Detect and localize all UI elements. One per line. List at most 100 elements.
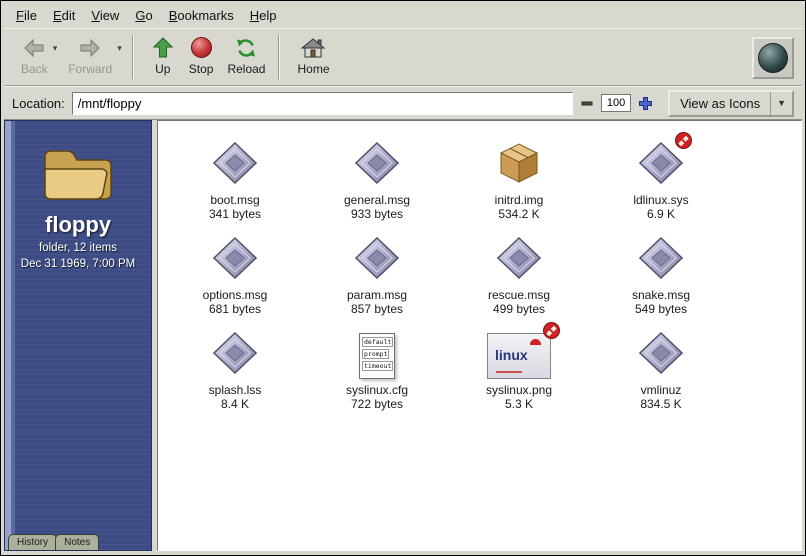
view-mode-label: View as Icons (670, 92, 770, 115)
toolbar-button-label: Reload (227, 62, 265, 76)
file-icon-holder: linux (487, 329, 551, 379)
back-dropdown-chevron[interactable]: ▾ (53, 43, 58, 54)
zoom-out-button[interactable] (580, 96, 594, 110)
generic-file-icon (639, 237, 683, 284)
menu-go[interactable]: Go (127, 5, 160, 26)
generic-file-icon (639, 142, 683, 189)
file-icon-holder (497, 234, 541, 284)
throbber-frame (752, 37, 794, 79)
forward-button[interactable]: Forward (61, 33, 119, 77)
generic-file-icon (213, 237, 257, 284)
file-size: 722 bytes (351, 397, 403, 411)
file-item[interactable]: general.msg933 bytes (306, 133, 448, 228)
file-name: snake.msg (632, 288, 690, 302)
file-view[interactable]: boot.msg341 bytesgeneral.msg933 bytesini… (157, 120, 802, 551)
sidebar-folder-date: Dec 31 1969, 7:00 PM (21, 258, 135, 270)
file-name: options.msg (203, 288, 268, 302)
toolbar-button-label: Forward (68, 62, 112, 76)
file-item[interactable]: options.msg681 bytes (164, 228, 306, 323)
file-icon-holder (639, 139, 683, 189)
red-hat-logo-icon (530, 339, 541, 345)
file-icon-holder (496, 139, 542, 189)
file-icon-holder (355, 139, 399, 189)
file-icon-holder: defaultprompttimeout (359, 329, 395, 379)
file-size: 8.4 K (221, 397, 249, 411)
file-name: splash.lss (209, 383, 262, 397)
file-icon-holder (355, 234, 399, 284)
file-manager-window: FileEditViewGoBookmarksHelp Back▾Forward… (0, 0, 806, 556)
forward-dropdown-chevron[interactable]: ▾ (117, 43, 122, 54)
file-size: 933 bytes (351, 207, 403, 221)
file-item[interactable]: snake.msg549 bytes (590, 228, 732, 323)
generic-file-icon (213, 332, 257, 379)
file-item[interactable]: boot.msg341 bytes (164, 133, 306, 228)
file-icon-holder (213, 329, 257, 379)
content-area: floppy folder, 12 items Dec 31 1969, 7:0… (4, 120, 802, 551)
folder-icon (39, 143, 117, 208)
up-button[interactable]: Up (144, 33, 182, 77)
file-name: syslinux.cfg (346, 383, 408, 397)
toolbar-groups: Back▾Forward▾UpStopReloadHome (14, 33, 337, 79)
stop-button[interactable]: Stop (182, 33, 221, 77)
home-button[interactable]: Home (290, 33, 336, 77)
thumbnail-text: linux (495, 347, 528, 363)
file-size: 534.2 K (498, 207, 539, 221)
sidebar-panel: floppy folder, 12 items Dec 31 1969, 7:0… (4, 120, 152, 551)
sidebar-folder-title: floppy (45, 212, 111, 238)
file-name: ldlinux.sys (633, 193, 688, 207)
view-mode-dropdown[interactable]: View as Icons ▼ (668, 90, 794, 117)
file-name: syslinux.png (486, 383, 552, 397)
toolbar-button-label: Up (155, 62, 170, 76)
file-item[interactable]: rescue.msg499 bytes (448, 228, 590, 323)
file-name: general.msg (344, 193, 410, 207)
file-size: 857 bytes (351, 302, 403, 316)
zoom-level: 100 (601, 94, 631, 112)
menu-bookmarks[interactable]: Bookmarks (161, 5, 242, 26)
menu-edit[interactable]: Edit (45, 5, 83, 26)
sidebar-folder-info: folder, 12 items (39, 242, 117, 254)
up-arrow-icon (153, 35, 173, 60)
file-icon-holder (639, 329, 683, 379)
plus-icon (639, 97, 652, 110)
menubar: FileEditViewGoBookmarksHelp (4, 2, 802, 28)
home-icon (300, 35, 326, 60)
file-item[interactable]: linuxsyslinux.png5.3 K (448, 323, 590, 418)
no-write-emblem-icon (675, 132, 692, 149)
location-input[interactable] (72, 92, 573, 115)
sidebar-tab-history[interactable]: History (8, 534, 57, 550)
back-arrow-icon (23, 35, 45, 60)
file-size: 834.5 K (640, 397, 681, 411)
file-name: rescue.msg (488, 288, 550, 302)
file-item[interactable]: vmlinuz834.5 K (590, 323, 732, 418)
text-preview-line: timeout (362, 361, 393, 371)
toolbar: Back▾Forward▾UpStopReloadHome (4, 28, 802, 86)
reload-icon (235, 35, 257, 60)
file-name: vmlinuz (641, 383, 682, 397)
reload-button[interactable]: Reload (220, 33, 272, 77)
toolbar-button-label: Home (297, 62, 329, 76)
menu-help[interactable]: Help (242, 5, 285, 26)
file-size: 499 bytes (493, 302, 545, 316)
toolbar-separator (278, 35, 280, 79)
file-size: 681 bytes (209, 302, 261, 316)
file-name: param.msg (347, 288, 407, 302)
file-item[interactable]: splash.lss8.4 K (164, 323, 306, 418)
generic-file-icon (497, 237, 541, 284)
zoom-in-button[interactable] (638, 96, 653, 111)
menu-view[interactable]: View (83, 5, 127, 26)
file-grid: boot.msg341 bytesgeneral.msg933 bytesini… (158, 121, 801, 418)
minus-icon (581, 97, 593, 109)
file-item[interactable]: initrd.img534.2 K (448, 133, 590, 228)
throbber-icon (758, 43, 788, 73)
file-item[interactable]: defaultprompttimeout syslinux.cfg722 byte… (306, 323, 448, 418)
menu-file[interactable]: File (8, 5, 45, 26)
sidebar-tab-notes[interactable]: Notes (55, 534, 99, 550)
file-item[interactable]: param.msg857 bytes (306, 228, 448, 323)
file-item[interactable]: ldlinux.sys6.9 K (590, 133, 732, 228)
toolbar-separator (132, 35, 134, 79)
stop-icon (191, 35, 212, 60)
location-bar: Location: 100 View as Icons ▼ (4, 86, 802, 120)
file-size: 341 bytes (209, 207, 261, 221)
file-size: 549 bytes (635, 302, 687, 316)
back-button[interactable]: Back (14, 33, 55, 77)
